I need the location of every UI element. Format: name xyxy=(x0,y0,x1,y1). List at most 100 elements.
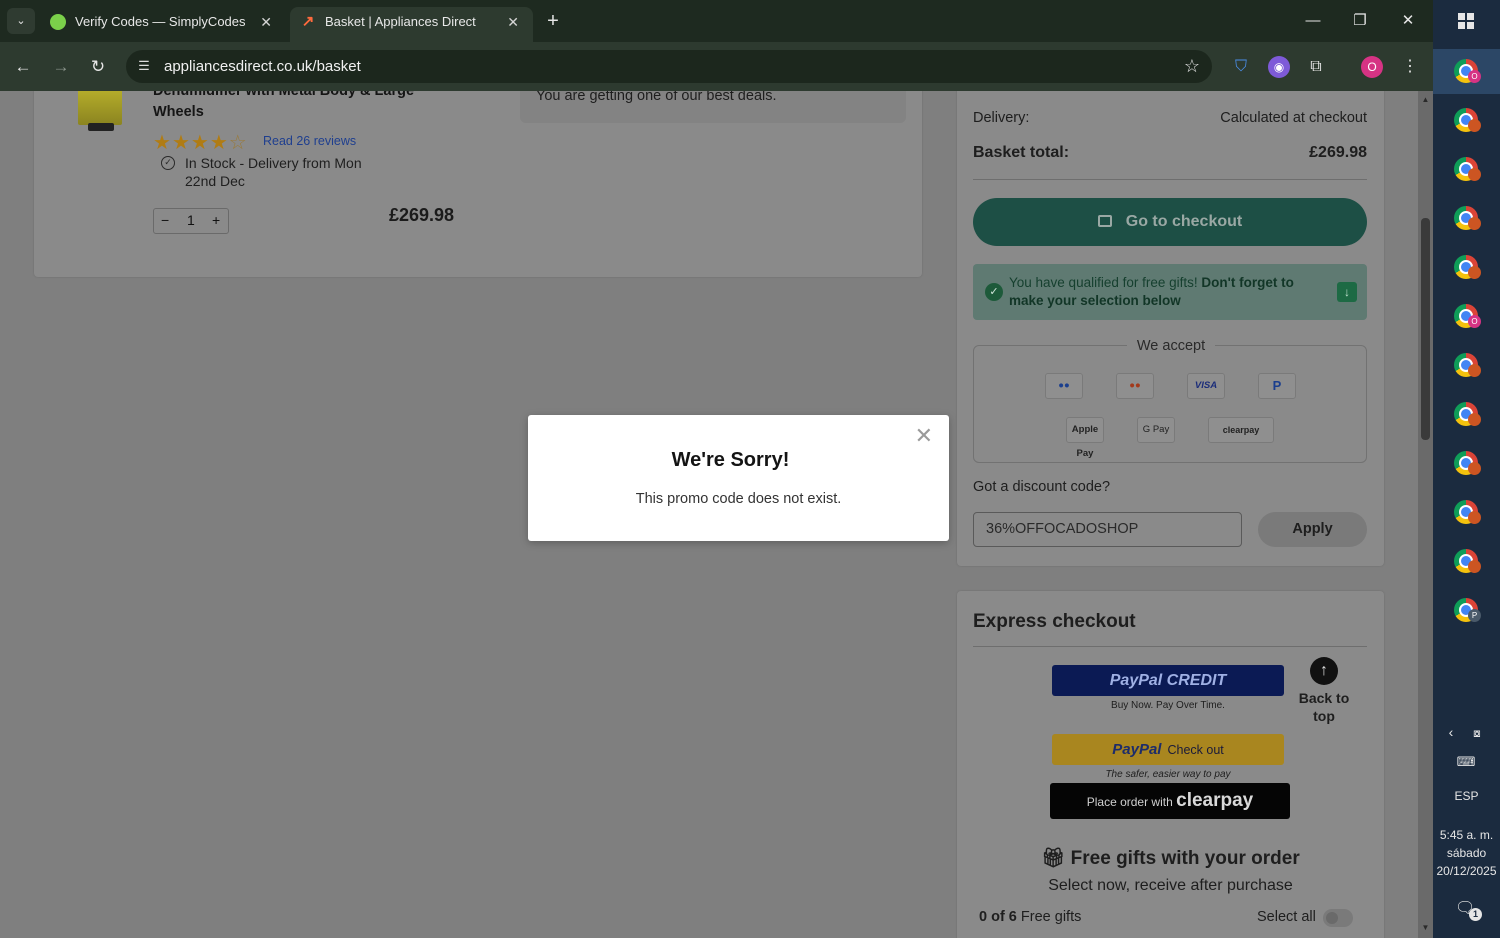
minimize-button[interactable]: — xyxy=(1293,6,1333,36)
profile-badge xyxy=(1468,266,1481,279)
clearpay-icon: clearpay xyxy=(1208,417,1274,443)
tab-title: Basket | Appliances Direct xyxy=(325,14,476,29)
star-empty-icon: ☆ xyxy=(228,132,248,154)
checkout-label: Go to checkout xyxy=(1125,213,1243,230)
scroll-up-arrow-icon[interactable]: ▲ xyxy=(1418,95,1433,104)
paypal-checkout-label: Check out xyxy=(1167,743,1224,757)
clock-day[interactable]: sábado xyxy=(1433,844,1500,862)
payment-methods-box: We accept ●● ●● VISA P Apple Pay G Pay c… xyxy=(973,338,1367,463)
extension-icon[interactable]: ◉ xyxy=(1268,56,1290,78)
scroll-down-arrow-icon[interactable]: ↓ xyxy=(1337,282,1357,302)
go-to-checkout-button[interactable]: Go to checkout xyxy=(973,198,1367,246)
clock-date[interactable]: 20/12/2025 xyxy=(1433,862,1500,880)
reload-icon[interactable]: ↻ xyxy=(85,54,111,80)
close-icon[interactable]: ✕ xyxy=(915,423,933,449)
star-full-icon: ★ xyxy=(190,132,210,154)
chrome-window-button[interactable]: P xyxy=(1433,588,1500,633)
deal-text: You are getting one of our best deals. xyxy=(536,91,777,104)
address-bar[interactable]: ☰ appliancesdirect.co.uk/basket ☆ xyxy=(126,50,1212,83)
maximize-button[interactable]: ❐ xyxy=(1340,6,1380,36)
tab-appliances-direct[interactable]: ↗ Basket | Appliances Direct ✕ xyxy=(290,7,533,42)
profile-badge xyxy=(1468,560,1481,573)
chrome-window-button[interactable] xyxy=(1433,490,1500,535)
chrome-window-button[interactable] xyxy=(1433,343,1500,388)
profile-badge xyxy=(1468,168,1481,181)
deal-notice: You are getting one of our best deals. xyxy=(520,91,906,123)
apply-button[interactable]: Apply xyxy=(1258,512,1367,547)
close-tab-icon[interactable]: ✕ xyxy=(260,7,272,37)
select-all-toggle[interactable] xyxy=(1323,909,1353,927)
appliances-direct-favicon-icon: ↗ xyxy=(301,13,315,30)
chrome-window-button[interactable]: O xyxy=(1433,294,1500,339)
check-circle-icon: ✓ xyxy=(161,156,175,170)
quantity-value[interactable]: 1 xyxy=(187,212,195,228)
keyboard-icon[interactable]: ⌨ xyxy=(1453,754,1479,770)
arrow-up-icon: ↑ xyxy=(1310,657,1338,685)
back-to-top-button[interactable]: ↑ Back to top xyxy=(1289,657,1359,725)
menu-kebab-icon[interactable]: ⋮ xyxy=(1399,56,1421,78)
clearpay-brand: clearpay xyxy=(1176,790,1254,811)
discount-code-input[interactable]: 36%OFFOCADOSHOP xyxy=(973,512,1242,547)
star-full-icon: ★ xyxy=(209,132,229,154)
back-icon[interactable]: ← xyxy=(10,54,36,80)
visa-icon: VISA xyxy=(1187,373,1225,399)
bookmark-star-icon[interactable]: ☆ xyxy=(1184,56,1200,77)
basket-item-card: Dehumidifier with Metal Body & Large Whe… xyxy=(34,91,922,277)
url-text: appliancesdirect.co.uk/basket xyxy=(164,58,361,75)
basket-total-value: £269.98 xyxy=(1309,144,1367,161)
profile-badge: O xyxy=(1468,315,1481,328)
item-price: £269.98 xyxy=(389,205,455,225)
forward-icon[interactable]: → xyxy=(48,54,74,80)
shield-extension-icon[interactable]: ⛉ xyxy=(1230,56,1252,78)
chrome-window-button[interactable] xyxy=(1433,539,1500,584)
chrome-window-button[interactable]: O xyxy=(1433,49,1500,94)
increase-quantity-button[interactable]: + xyxy=(212,212,220,228)
scroll-down-arrow-icon[interactable]: ▼ xyxy=(1418,923,1433,932)
we-accept-title: We accept xyxy=(974,338,1368,354)
windows-taskbar: O O P ‹ ⧇ ⌨ ESP 5:45 a. m. sábado 20/12/20… xyxy=(1433,0,1500,938)
reviews-link[interactable]: Read 26 reviews xyxy=(263,134,356,148)
apple-pay-icon: Apple Pay xyxy=(1066,417,1104,459)
site-settings-icon[interactable]: ☰ xyxy=(136,58,152,74)
clock-time[interactable]: 5:45 a. m. xyxy=(1433,826,1500,844)
profile-badge xyxy=(1468,119,1481,132)
delivery-row: Delivery: Calculated at checkout xyxy=(973,110,1367,126)
gift-icon: 🎁︎ xyxy=(1041,848,1066,869)
notification-icon[interactable]: 🗨︎ 1 xyxy=(1455,898,1482,921)
chrome-window-button[interactable] xyxy=(1433,147,1500,192)
product-name[interactable]: Dehumidifier with Metal Body & Large Whe… xyxy=(153,91,423,123)
language-indicator[interactable]: ESP xyxy=(1433,787,1500,805)
simplycodes-favicon-icon xyxy=(50,14,66,30)
chevron-left-icon[interactable]: ‹ xyxy=(1442,724,1460,740)
decrease-quantity-button[interactable]: − xyxy=(161,212,169,228)
quantity-stepper: − 1 + xyxy=(153,208,229,234)
google-pay-icon: G Pay xyxy=(1137,417,1175,443)
scrollbar-thumb[interactable] xyxy=(1421,218,1430,440)
start-button[interactable] xyxy=(1433,0,1500,42)
camera-icon[interactable]: ⧇ xyxy=(1468,726,1486,741)
profile-avatar[interactable]: O xyxy=(1361,56,1383,78)
divider xyxy=(973,646,1367,647)
tab-strip: ⌄ Verify Codes — SimplyCodes ✕ ↗ Basket … xyxy=(0,0,1433,42)
close-tab-icon[interactable]: ✕ xyxy=(507,7,519,37)
clearpay-button[interactable]: Place order with clearpay xyxy=(1050,783,1290,819)
express-checkout-title: Express checkout xyxy=(973,611,1136,632)
chrome-window-button[interactable] xyxy=(1433,441,1500,486)
chrome-window-button[interactable] xyxy=(1433,196,1500,241)
paypal-credit-tagline: Buy Now. Pay Over Time. xyxy=(1111,700,1225,711)
new-tab-button[interactable]: + xyxy=(541,9,565,33)
close-window-button[interactable]: ✕ xyxy=(1388,6,1428,36)
tab-search-button[interactable]: ⌄ xyxy=(7,8,35,34)
chrome-window-button[interactable] xyxy=(1433,392,1500,437)
chrome-window-button[interactable] xyxy=(1433,245,1500,290)
paypal-credit-button[interactable]: PayPal CREDIT xyxy=(1052,665,1284,696)
chrome-window-button[interactable] xyxy=(1433,98,1500,143)
tab-simplycodes[interactable]: Verify Codes — SimplyCodes ✕ xyxy=(40,7,286,42)
extensions-puzzle-icon[interactable]: ⧉ xyxy=(1305,56,1327,78)
express-checkout-card: Express checkout PayPal CREDIT Buy Now. … xyxy=(957,591,1384,938)
paypal-checkout-button[interactable]: PayPal Check out xyxy=(1052,734,1284,765)
product-image[interactable] xyxy=(78,91,122,131)
page-scrollbar[interactable]: ▲ ▼ xyxy=(1418,91,1433,938)
divider xyxy=(973,179,1367,180)
basket-total-row: Basket total: £269.98 xyxy=(973,144,1367,162)
